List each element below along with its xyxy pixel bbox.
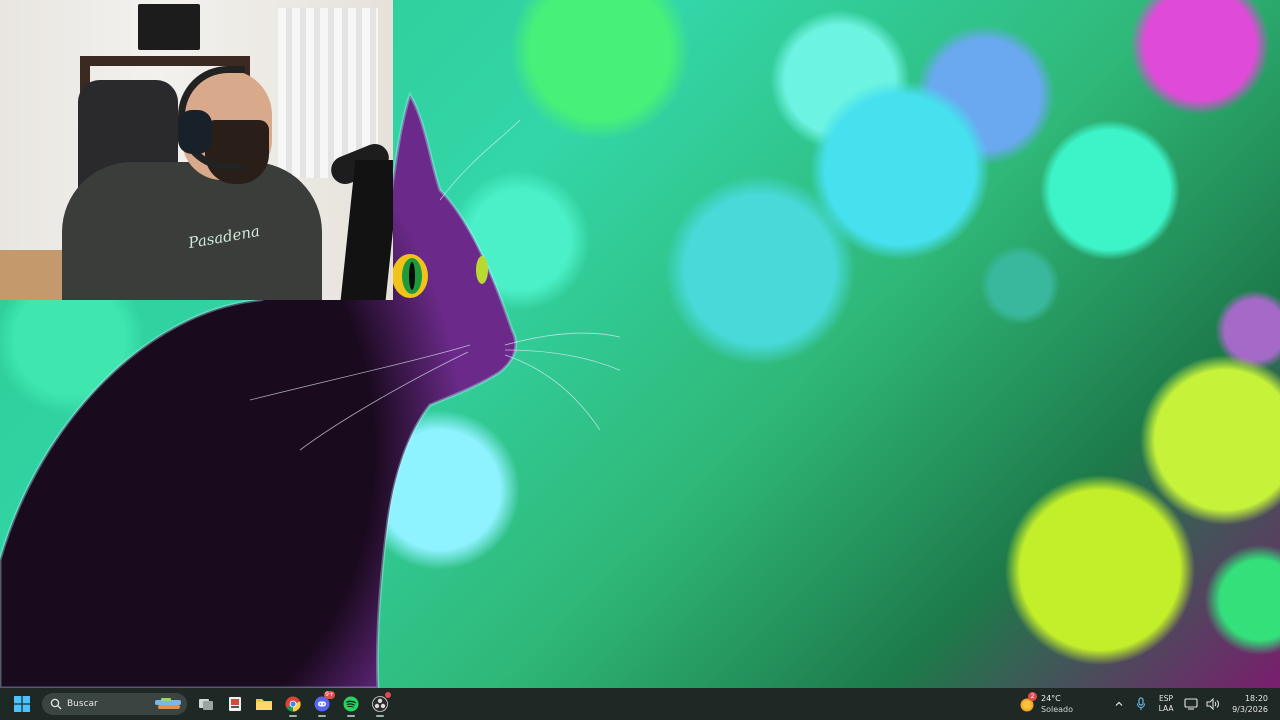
discord-active-indicator (318, 715, 326, 717)
file-explorer-button[interactable] (250, 690, 278, 718)
spotify-button[interactable] (337, 690, 365, 718)
taskbar: Buscar 9+ 2 24°C Soleado ESP LAA 18:20 9… (0, 688, 1280, 720)
weather-badge: 2 (1028, 692, 1037, 701)
obs-recording-indicator (385, 692, 391, 698)
spotify-icon (343, 696, 359, 712)
obs-button[interactable] (366, 690, 394, 718)
discord-button[interactable]: 9+ (308, 690, 336, 718)
network-icon (1184, 698, 1198, 710)
microphone-button[interactable] (1130, 691, 1152, 717)
microphone-icon (1137, 697, 1146, 710)
show-hidden-icons-button[interactable] (1108, 691, 1130, 717)
spotify-active-indicator (347, 715, 355, 717)
weather-widget[interactable]: 2 24°C Soleado (1018, 688, 1073, 720)
task-view-button[interactable] (192, 690, 220, 718)
search-box[interactable]: Buscar (42, 693, 187, 715)
chevron-up-icon (1115, 701, 1123, 706)
volume-button[interactable] (1202, 691, 1224, 717)
discord-notification-badge: 9+ (324, 691, 335, 699)
network-button[interactable] (1180, 691, 1202, 717)
weather-temperature: 24°C (1041, 694, 1061, 703)
obs-active-indicator (376, 715, 384, 717)
clock-date: 9/3/2026 (1232, 705, 1268, 714)
search-icon (50, 698, 62, 710)
task-view-icon (199, 699, 213, 710)
system-tray: ESP LAA 18:20 9/3/2026 (1108, 688, 1280, 720)
chrome-button[interactable] (279, 690, 307, 718)
webcam-overlay: Pasadena (0, 0, 393, 300)
person-body (62, 162, 322, 300)
search-highlight-icon (155, 698, 181, 709)
keyboard-layout: LAA (1158, 704, 1174, 713)
language-code: ESP (1159, 694, 1174, 703)
weather-condition: Soleado (1041, 705, 1073, 714)
clock-time: 18:20 (1244, 694, 1268, 703)
volume-icon (1206, 698, 1220, 710)
clock-button[interactable]: 18:20 9/3/2026 (1232, 693, 1268, 715)
windows-icon (14, 696, 30, 712)
wall-tv (138, 4, 200, 50)
app-icon (229, 697, 241, 711)
chrome-active-indicator (289, 715, 297, 717)
chrome-icon (285, 696, 301, 712)
headset-earcup (178, 110, 212, 154)
obs-icon (372, 696, 388, 712)
widget-app-button[interactable] (221, 690, 249, 718)
start-button[interactable] (8, 690, 36, 718)
pinned-apps: 9+ (191, 690, 394, 718)
search-label: Buscar (67, 699, 98, 709)
input-language-button[interactable]: ESP LAA (1152, 694, 1180, 714)
folder-icon (256, 699, 272, 710)
